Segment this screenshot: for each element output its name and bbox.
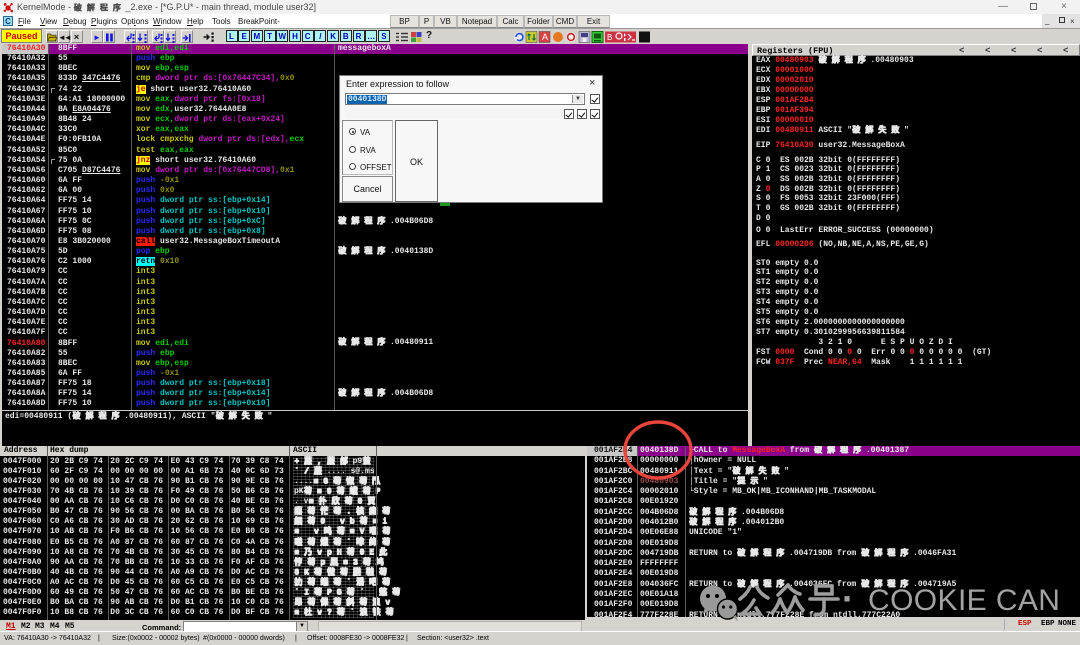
svg-text:A: A (542, 32, 548, 42)
svg-text:B: B (607, 33, 612, 42)
